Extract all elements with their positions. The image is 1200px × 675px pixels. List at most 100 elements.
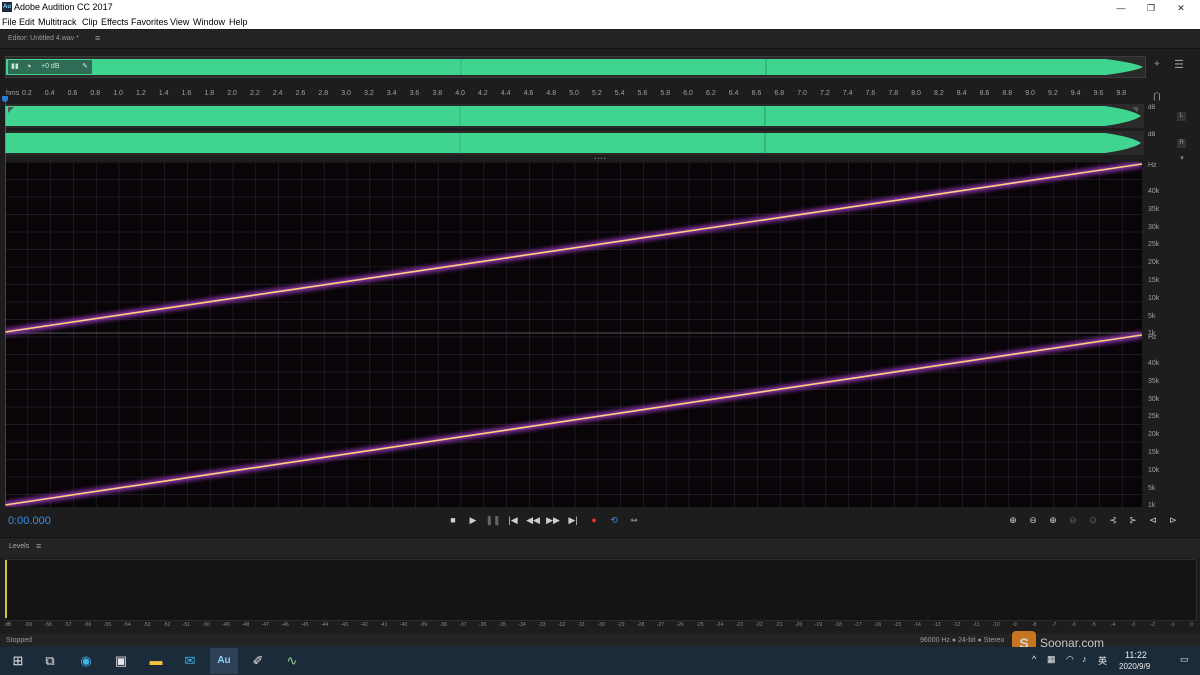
hamburger-menu-icon[interactable]: ☰ xyxy=(1172,58,1186,72)
levels-meter-bar xyxy=(5,560,7,618)
levels-scale-mark: -41 xyxy=(380,622,388,628)
levels-scale-mark: -33 xyxy=(538,622,546,628)
waveform-channel-left[interactable] xyxy=(5,104,1144,128)
fast-forward-button[interactable]: ▶▶ xyxy=(545,513,561,527)
magnet-snap-icon[interactable]: ⋂ xyxy=(1152,91,1162,101)
levels-scale-mark: -26 xyxy=(676,622,684,628)
task-view-icon[interactable]: ⧉ xyxy=(36,648,64,674)
levels-title[interactable]: Levels xyxy=(9,543,29,550)
overview-navigator[interactable]: ▮▮ ◔ +0 dB ✎ xyxy=(5,56,1146,78)
menu-effects[interactable]: Effects xyxy=(101,17,128,27)
hud-volume[interactable]: ▮▮ ◔ +0 dB ✎ xyxy=(8,60,92,74)
panel-menu-icon[interactable]: ≡ xyxy=(95,33,100,43)
ruler-tick-label: 3.2 xyxy=(364,90,374,97)
paint-app-icon[interactable]: ✐ xyxy=(244,648,272,674)
skip-selection-button[interactable]: ⇿ xyxy=(626,513,642,527)
clock-date[interactable]: 2020/9/9 xyxy=(1119,662,1150,671)
time-ruler[interactable]: hms 0.2 0.4 0.6 0.8 1.0 1.2 1.4 1.6 1.8 2.0 2.2 2.4… xyxy=(5,88,1144,102)
stop-button[interactable]: ■ xyxy=(445,513,461,527)
levels-scale-mark: -47 xyxy=(261,622,269,628)
tray-expand-icon[interactable]: ^ xyxy=(1032,654,1036,664)
clock-time[interactable]: 11:22 xyxy=(1125,650,1147,660)
zoom-in-time-icon[interactable]: ⊕ xyxy=(1045,513,1061,527)
ruler-tick-label: 4.2 xyxy=(478,90,488,97)
ruler-tick-label: 6.6 xyxy=(751,90,762,97)
play-button[interactable]: ▶ xyxy=(465,513,481,527)
record-button[interactable]: ● xyxy=(586,513,602,527)
editor-tab-label[interactable]: Editor: Untitled 4.wav * xyxy=(8,35,79,42)
zoom-in-point-icon[interactable]: ⊰ xyxy=(1105,513,1121,527)
volume-knob-icon[interactable]: ◔ xyxy=(25,60,32,74)
frequency-label: 40k xyxy=(1148,188,1160,195)
menu-file[interactable]: File xyxy=(2,17,17,27)
close-button[interactable]: ✕ xyxy=(1166,1,1196,15)
frequency-label: 30k xyxy=(1148,395,1160,403)
pause-button[interactable]: ❚❚ xyxy=(485,513,501,527)
hud-meter-icon: ▮▮ xyxy=(11,63,19,70)
zoom-in-amplitude-icon[interactable]: ⊕ xyxy=(1005,513,1021,527)
menu-clip[interactable]: Clip xyxy=(82,17,98,27)
audition-taskbar-icon[interactable]: Au xyxy=(210,648,238,674)
levels-scale-mark: -22 xyxy=(755,622,763,628)
menu-help[interactable]: Help xyxy=(229,17,248,27)
ruler-tick-label: 8.6 xyxy=(979,90,990,97)
zoom-left-edge-icon[interactable]: ⊲ xyxy=(1145,513,1161,527)
levels-menu-icon[interactable]: ≡ xyxy=(36,541,41,551)
window-title: Adobe Audition CC 2017 xyxy=(14,2,113,12)
waveform-channel-right[interactable] xyxy=(5,131,1144,155)
windows-start-icon[interactable]: ⊞ xyxy=(4,648,32,674)
spectrum-app-icon[interactable]: ∿ xyxy=(278,648,306,674)
levels-panel-header: Levels ≡ xyxy=(0,537,1200,558)
levels-scale-mark: -19 xyxy=(814,622,822,628)
zoom-out-time-icon[interactable]: ⊖ xyxy=(1065,513,1081,527)
loop-playback-button[interactable]: ⟲ xyxy=(606,513,622,527)
hud-volume-value: +0 dB xyxy=(41,63,60,70)
levels-scale-mark: -3 xyxy=(1130,622,1136,628)
volume-icon[interactable]: ♪ xyxy=(1082,654,1087,664)
ruler-tick-label: 4.4 xyxy=(500,90,511,97)
tray-app-icon[interactable]: ▦ xyxy=(1047,654,1056,665)
mail-icon[interactable]: ✉ xyxy=(176,648,204,674)
levels-scale-mark: -55 xyxy=(103,622,111,628)
file-explorer-icon[interactable]: ▬ xyxy=(142,648,170,674)
spectral-frequency-display[interactable] xyxy=(5,162,1142,507)
right-channel-toggle[interactable]: R xyxy=(1177,139,1186,148)
current-time-display[interactable]: 0:00.000 xyxy=(8,515,51,527)
pin-icon[interactable]: ✎ xyxy=(82,60,88,74)
menu-window[interactable]: Window xyxy=(193,17,225,27)
menu-view[interactable]: View xyxy=(170,17,189,27)
ruler-tick-label: 8.0 xyxy=(911,90,921,97)
notification-icon[interactable]: ▭ xyxy=(1180,654,1189,665)
left-channel-toggle[interactable]: L xyxy=(1177,112,1186,121)
ruler-tick-label: 9.6 xyxy=(1093,90,1104,97)
frequency-label: 25k xyxy=(1148,241,1160,249)
levels-scale-mark: -4 xyxy=(1111,622,1116,628)
input-language[interactable]: 英 xyxy=(1098,654,1107,667)
menu-favorites[interactable]: Favorites xyxy=(131,17,168,27)
zoom-out-full-icon[interactable]: ⊙ xyxy=(1085,513,1101,527)
edge-browser-icon[interactable]: ◉ xyxy=(72,648,100,674)
menu-edit[interactable]: Edit xyxy=(19,17,35,27)
frequency-label: 10k xyxy=(1148,294,1160,302)
zoom-out-amplitude-icon[interactable]: ⊖ xyxy=(1025,513,1041,527)
ruler-tick-label: 3.4 xyxy=(386,90,397,97)
ruler-tick-label: 3.6 xyxy=(409,90,420,97)
zoom-right-edge-icon[interactable]: ⊳ xyxy=(1165,513,1181,527)
rewind-button[interactable]: ◀◀ xyxy=(525,513,541,527)
move-to-previous-button[interactable]: |◀ xyxy=(505,513,521,527)
store-icon[interactable]: ▣ xyxy=(107,648,135,674)
navigator-settings-icon[interactable]: ✦ xyxy=(1150,58,1164,72)
levels-scale-mark: -17 xyxy=(854,622,862,628)
ruler-tick-label: 2.4 xyxy=(272,90,283,97)
left-channel-waveform xyxy=(5,106,1141,126)
ruler-tick-label: 1.2 xyxy=(136,90,146,97)
wifi-icon[interactable]: ◠ xyxy=(1066,654,1074,665)
minimize-button[interactable]: — xyxy=(1106,1,1136,15)
panel-divider-grip[interactable]: • • • • xyxy=(590,157,610,162)
zoom-selection-icon[interactable]: ⊱ xyxy=(1125,513,1141,527)
move-to-next-button[interactable]: ▶| xyxy=(565,513,581,527)
levels-scale-mark: -23 xyxy=(735,622,743,628)
menu-multitrack[interactable]: Multitrack xyxy=(38,17,77,27)
frequency-label: 10k xyxy=(1148,466,1160,474)
maximize-button[interactable]: ❐ xyxy=(1136,1,1166,15)
